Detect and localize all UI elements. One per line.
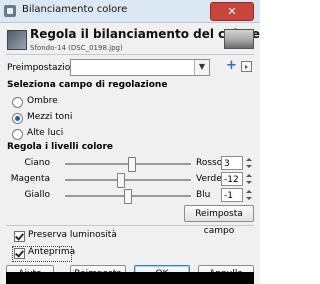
radio-label: Alte luci [27,128,64,138]
slider-left-label: Ciano [24,158,50,168]
spin-arrows-icon[interactable] [245,172,253,186]
slider-left-label: Magenta [10,174,50,184]
header-divider [6,54,254,55]
checkbox[interactable] [14,231,25,242]
chevron-down-icon[interactable]: ▼ [194,60,209,75]
options-divider [6,225,254,226]
slider-handle[interactable] [123,189,132,204]
slider-right-label: Blu [196,190,211,200]
slider-handle[interactable] [127,157,136,172]
levels-section-title: Regola i livelli colore [7,142,114,152]
slider-handle[interactable] [117,173,126,188]
radio-label: Ombre [27,96,58,106]
close-button[interactable]: ✕ [210,2,254,21]
menu-triangle-icon[interactable] [241,61,252,72]
bottom-strip [6,272,254,284]
radio-label: Mezzi toni [27,112,73,122]
spin-arrows-icon[interactable] [245,156,253,170]
value-field[interactable]: 3 [221,156,243,170]
reset-range-button[interactable]: Reimposta campo [184,205,254,236]
slider-right-label: Verde [196,174,222,184]
title-bar: Bilanciamento colore ✕ [0,0,260,23]
dialog-body: Regola il bilanciamento del colore Sfond… [0,23,260,284]
presets-combobox[interactable]: ▼ [70,59,210,76]
image-thumbnail [224,29,254,49]
slider-track[interactable] [65,179,191,181]
slider-right-label: Rosso [196,158,223,168]
range-section-title: Seleziona campo di regolazione [7,80,168,90]
window-title: Bilanciamento colore [22,4,128,15]
checkbox-label: Preserva luminosità [28,230,117,240]
slider-left-label: Giallo [24,190,51,200]
slider-yellow-blue: Giallo Blu -1 [0,187,260,205]
checkbox-label: Anteprima [28,247,76,257]
radio-button[interactable] [12,113,23,124]
image-name: Sfondo-14 (DSC_0198.jpg) [30,44,123,52]
value-field[interactable]: -12 [221,172,243,186]
checkbox[interactable] [14,248,25,259]
radio-button[interactable] [12,129,23,140]
radio-button[interactable] [12,97,23,108]
plus-icon[interactable]: + [226,59,237,73]
color-balance-icon [7,30,27,50]
app-icon [4,5,16,17]
value-field[interactable]: -1 [221,188,243,202]
spin-arrows-icon[interactable] [245,188,253,202]
